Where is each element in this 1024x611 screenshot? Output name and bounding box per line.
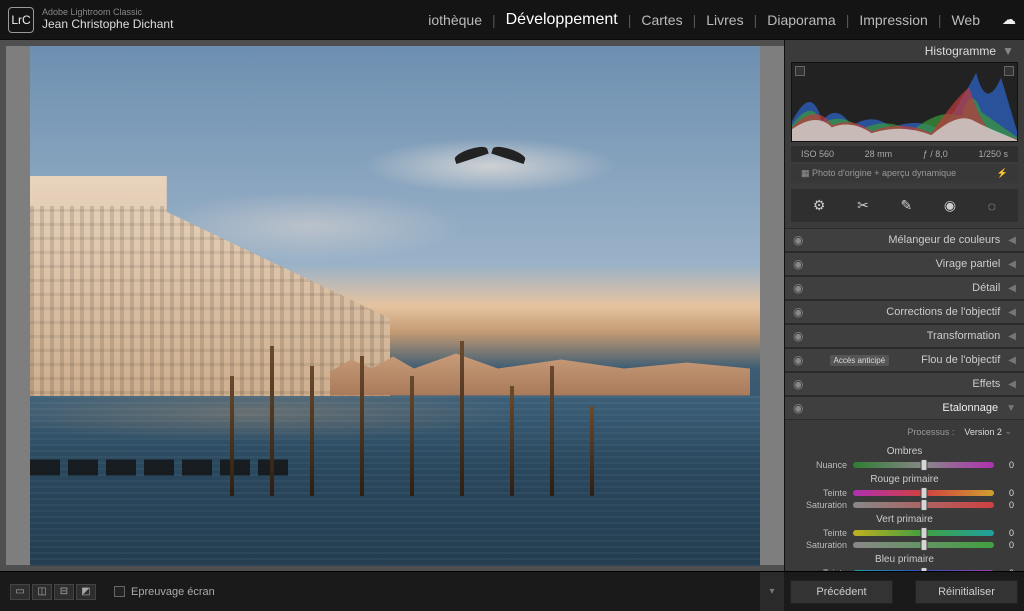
slider-rouge-saturation[interactable]: Saturation0 <box>785 499 1024 511</box>
module-nav: iothèque| Développement| Cartes| Livres|… <box>428 11 1016 29</box>
exif-focal: 28 mm <box>865 149 893 159</box>
work-area: Histogramme▼ ISO 560 28 mm ƒ / 8,0 1/250… <box>0 40 1024 571</box>
radial-icon[interactable]: ◌ <box>988 198 996 214</box>
before-after-lr-button[interactable]: ◫ <box>32 584 52 600</box>
top-bar: LrC Adobe Lightroom Classic Jean Christo… <box>0 0 1024 40</box>
loupe-view-button[interactable]: ▭ <box>10 584 30 600</box>
eye-icon[interactable]: ◉ <box>793 305 803 319</box>
slider-vert-saturation[interactable]: Saturation0 <box>785 539 1024 551</box>
tab-library[interactable]: iothèque <box>428 12 482 28</box>
eye-icon[interactable]: ◉ <box>793 233 803 247</box>
heal-icon[interactable]: ✎ <box>900 197 912 214</box>
disclosure-icon: ▼ <box>1006 403 1016 414</box>
panel-etalon[interactable]: ◉Etalonnage▼ <box>785 396 1024 420</box>
bird-silhouette <box>460 141 520 165</box>
redeye-icon[interactable]: ◉ <box>944 197 956 214</box>
panel-virage[interactable]: ◉Virage partiel◀ <box>785 252 1024 276</box>
reset-button[interactable]: Réinitialiser <box>915 580 1018 604</box>
histogram-header[interactable]: Histogramme▼ <box>785 40 1024 62</box>
panel-corrobj[interactable]: ◉Corrections de l'objectif◀ <box>785 300 1024 324</box>
eye-icon[interactable]: ◉ <box>793 257 803 271</box>
exif-row: ISO 560 28 mm ƒ / 8,0 1/250 s <box>791 146 1018 162</box>
early-access-badge: Accès anticipé <box>830 355 890 366</box>
toolbar-collapse[interactable]: ▾ <box>760 572 784 611</box>
exif-aperture: ƒ / 8,0 <box>923 149 948 159</box>
tab-web[interactable]: Web <box>951 12 980 28</box>
slider-track[interactable] <box>853 462 994 468</box>
histogram[interactable] <box>791 62 1018 142</box>
shadow-clip-indicator[interactable] <box>795 66 805 76</box>
disclosure-icon: ◀ <box>1008 331 1016 342</box>
disclosure-icon: ◀ <box>1008 235 1016 246</box>
image-viewer[interactable] <box>0 40 784 571</box>
soft-proofing-checkbox[interactable] <box>114 586 125 597</box>
disclosure-icon: ◀ <box>1008 259 1016 270</box>
eye-icon[interactable]: ◉ <box>793 377 803 391</box>
previous-button[interactable]: Précédent <box>790 580 893 604</box>
slider-knob[interactable] <box>920 499 927 511</box>
group-vert: Vert primaire <box>785 511 1024 527</box>
slider-track[interactable] <box>853 502 994 508</box>
tab-develop[interactable]: Développement <box>506 11 618 29</box>
tab-book[interactable]: Livres <box>706 12 743 28</box>
slider-ombres-nuance[interactable]: Nuance0 <box>785 459 1024 471</box>
group-bleu: Bleu primaire <box>785 551 1024 567</box>
eye-icon[interactable]: ◉ <box>793 281 803 295</box>
crop-icon[interactable]: ✂ <box>857 197 869 214</box>
develop-preview <box>30 46 760 566</box>
panel-transfo[interactable]: ◉Transformation◀ <box>785 324 1024 348</box>
soft-proofing[interactable]: Epreuvage écran <box>114 586 215 598</box>
slider-track[interactable] <box>853 570 994 571</box>
disclosure-icon: ◀ <box>1008 307 1016 318</box>
etalonnage-body: Processus : Version 2 ⌄ OmbresNuance0Rou… <box>785 420 1024 571</box>
eye-icon[interactable]: ◉ <box>793 353 803 367</box>
app-logo: LrC <box>8 7 34 33</box>
slider-track[interactable] <box>853 530 994 536</box>
eye-icon[interactable]: ◉ <box>793 329 803 343</box>
exif-iso: ISO 560 <box>801 149 834 159</box>
process-row[interactable]: Processus : Version 2 ⌄ <box>785 424 1024 443</box>
slider-rouge-teinte[interactable]: Teinte0 <box>785 487 1024 499</box>
lightning-icon[interactable]: ⚡ <box>997 168 1008 179</box>
tab-print[interactable]: Impression <box>859 12 927 28</box>
group-ombres: Ombres <box>785 443 1024 459</box>
identity-block: LrC Adobe Lightroom Classic Jean Christo… <box>8 7 173 33</box>
slider-knob[interactable] <box>920 459 927 471</box>
tab-map[interactable]: Cartes <box>641 12 682 28</box>
eye-icon[interactable]: ◉ <box>793 401 803 415</box>
group-rouge: Rouge primaire <box>785 471 1024 487</box>
view-mode-buttons: ▭ ◫ ⊟ ◩ <box>10 584 96 600</box>
disclosure-icon: ◀ <box>1008 355 1016 366</box>
highlight-clip-indicator[interactable] <box>1004 66 1014 76</box>
bottom-bar: ▭ ◫ ⊟ ◩ Epreuvage écran ▾ Précédent Réin… <box>0 571 1024 611</box>
slider-knob[interactable] <box>920 487 927 499</box>
tool-strip: ⚙ ✂ ✎ ◉ ◌ <box>791 189 1018 222</box>
panel-detail[interactable]: ◉Détail◀ <box>785 276 1024 300</box>
disclosure-icon: ◀ <box>1008 379 1016 390</box>
before-after-split-button[interactable]: ◩ <box>76 584 96 600</box>
right-panel: Histogramme▼ ISO 560 28 mm ƒ / 8,0 1/250… <box>784 40 1024 571</box>
panel-effets[interactable]: ◉Effets◀ <box>785 372 1024 396</box>
slider-vert-teinte[interactable]: Teinte0 <box>785 527 1024 539</box>
slider-knob[interactable] <box>920 539 927 551</box>
tab-slideshow[interactable]: Diaporama <box>767 12 835 28</box>
slider-knob[interactable] <box>920 527 927 539</box>
exif-shutter: 1/250 s <box>978 149 1008 159</box>
before-after-tb-button[interactable]: ⊟ <box>54 584 74 600</box>
slider-track[interactable] <box>853 542 994 548</box>
slider-knob[interactable] <box>920 567 927 571</box>
slider-bleu-teinte[interactable]: Teinte0 <box>785 567 1024 571</box>
sliders-icon[interactable]: ⚙ <box>813 197 826 214</box>
panel-mcouleurs[interactable]: ◉Mélangeur de couleurs◀ <box>785 228 1024 252</box>
preview-mode-row[interactable]: ▦ Photo d'origine + aperçu dynamique ⚡ <box>791 164 1018 183</box>
disclosure-icon: ◀ <box>1008 283 1016 294</box>
panel-flou[interactable]: ◉Accès anticipéFlou de l'objectif◀ <box>785 348 1024 372</box>
slider-track[interactable] <box>853 490 994 496</box>
user-name: Jean Christophe Dichant <box>42 18 173 31</box>
cloud-sync-icon[interactable]: ☁ <box>1002 11 1016 28</box>
